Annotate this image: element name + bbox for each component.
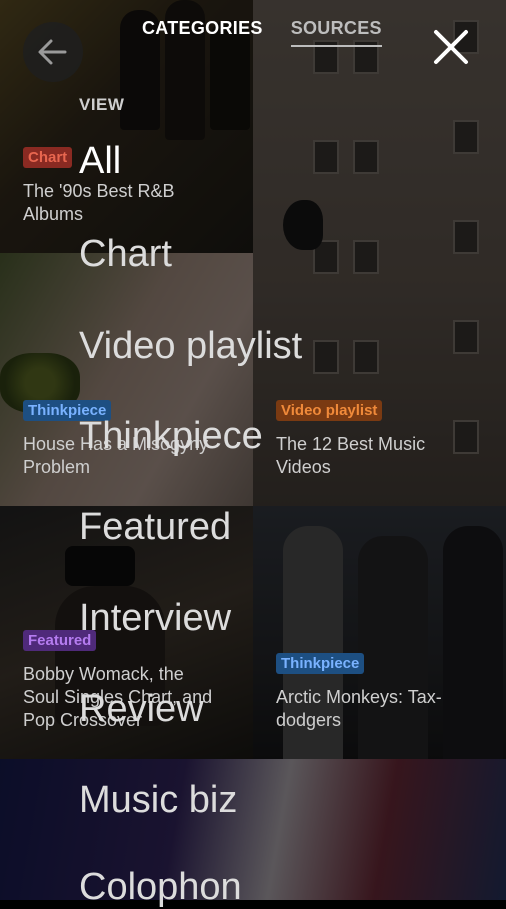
menu-item-review[interactable]: Review (79, 688, 204, 731)
card-title: The 12 Best Music Videos (276, 433, 425, 479)
card-title-line: Problem (23, 457, 91, 477)
menu-section-label: VIEW (79, 95, 125, 114)
card-title-line: dodgers (276, 710, 342, 730)
menu-item-thinkpiece[interactable]: Thinkpiece (79, 415, 263, 458)
card-tag-chart: Chart (23, 147, 73, 168)
card-tag-video-playlist: Video playlist (276, 400, 383, 421)
close-button[interactable] (428, 24, 474, 70)
menu-item-colophon[interactable]: Colophon (79, 866, 242, 909)
back-button[interactable] (23, 22, 83, 82)
menu-item-video-playlist[interactable]: Video playlist (79, 325, 302, 368)
card-title-line: Bobby Womack, the (23, 664, 184, 684)
menu-item-all[interactable]: All (79, 140, 121, 183)
card-title-line: Arctic Monkeys: Tax- (276, 687, 442, 707)
card-title: Arctic Monkeys: Tax- dodgers (276, 686, 442, 732)
tab-categories[interactable]: CATEGORIES (142, 18, 263, 47)
card-title-line: Videos (276, 457, 331, 477)
menu-item-featured[interactable]: Featured (79, 506, 231, 549)
tab-sources[interactable]: SOURCES (290, 18, 382, 47)
menu-item-interview[interactable]: Interview (79, 597, 231, 640)
card-title-line: Albums (23, 204, 84, 224)
card-title-line: The 12 Best Music (276, 434, 426, 454)
card-title: The '90s Best R&B Albums (23, 180, 175, 226)
arrow-left-icon (38, 39, 67, 65)
card-title-line: The '90s Best R&B (23, 181, 175, 201)
menu-item-music-biz[interactable]: Music biz (79, 779, 237, 822)
menu-item-chart[interactable]: Chart (79, 233, 172, 276)
close-icon (434, 30, 468, 64)
card-tag-thinkpiece: Thinkpiece (276, 653, 365, 674)
header-tabs: CATEGORIES SOURCES (142, 18, 382, 47)
